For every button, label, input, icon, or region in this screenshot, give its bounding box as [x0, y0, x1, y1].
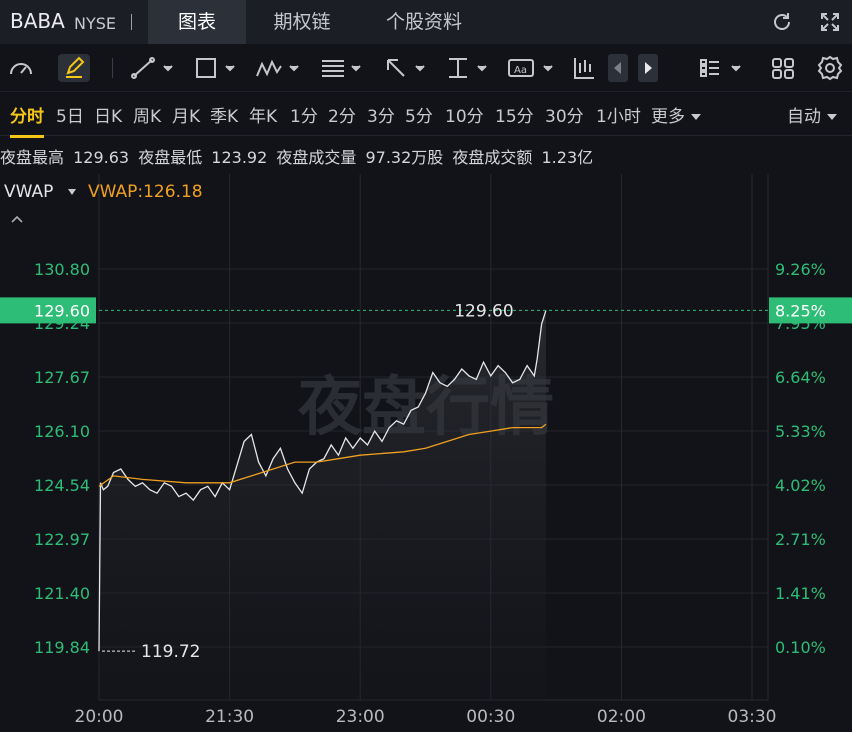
- top-bar: BABA NYSE 图表 期权链 个股资料: [0, 0, 852, 44]
- tab-chart[interactable]: 图表: [148, 0, 246, 44]
- gauge-icon[interactable]: [6, 54, 36, 82]
- period-selector: 分时 5日 日K 周K 月K 季K 年K 1分 2分 3分 5分 10分 15分…: [0, 92, 852, 138]
- period-tab[interactable]: 年K: [249, 102, 277, 127]
- price-tick-label: 124.54: [34, 476, 90, 495]
- time-tick-label: 03:30: [728, 707, 777, 727]
- rectangle-tool-icon[interactable]: [192, 54, 238, 82]
- period-tab[interactable]: 日K: [94, 102, 122, 127]
- volume-label: 夜盘成交量: [276, 148, 357, 167]
- indicator-selector[interactable]: VWAP: [4, 182, 53, 202]
- arrow-tool-icon[interactable]: [382, 54, 428, 82]
- time-tick-label: 21:30: [205, 707, 254, 727]
- more-periods-label: 更多: [651, 107, 685, 127]
- pencil-icon[interactable]: [58, 54, 90, 82]
- percent-tick-label: 9.26%: [775, 260, 826, 279]
- price-tick-label: 119.84: [34, 638, 90, 657]
- price-tick-label: 122.97: [34, 530, 90, 549]
- price-tick-label: 130.80: [34, 260, 90, 279]
- last-price-badge-text: 129.60: [34, 301, 90, 320]
- period-tab[interactable]: 5日: [56, 102, 84, 127]
- divider: [131, 14, 132, 30]
- period-tab[interactable]: 10分: [445, 102, 484, 127]
- auto-scale-label: 自动: [787, 107, 821, 127]
- price-tick-label: 126.10: [34, 422, 90, 441]
- last-price-annotation: 129.60: [454, 301, 513, 321]
- settings-icon[interactable]: [816, 54, 844, 82]
- time-tick-label: 23:00: [336, 707, 385, 727]
- period-tab[interactable]: 3分: [367, 102, 395, 127]
- tab-options-chain[interactable]: 期权链: [252, 0, 352, 44]
- percent-tick-label: 0.10%: [775, 638, 826, 657]
- fib-tool-icon[interactable]: [318, 54, 364, 82]
- chevron-down-icon: [691, 114, 702, 120]
- text-tool-label: Aa: [514, 65, 527, 76]
- time-tick-label: 02:00: [597, 707, 646, 727]
- low-label: 夜盘最低: [138, 148, 203, 167]
- low-value: 123.92: [211, 148, 268, 167]
- period-tab[interactable]: 周K: [133, 102, 161, 127]
- fullscreen-icon[interactable]: [818, 10, 842, 34]
- high-label: 夜盘最高: [0, 148, 65, 167]
- divider: [112, 58, 113, 78]
- measure-tool-icon[interactable]: [444, 54, 490, 82]
- price-tick-label: 121.40: [34, 584, 90, 603]
- more-periods-dropdown[interactable]: 更多: [651, 102, 702, 127]
- intraday-chart[interactable]: 夜盘行情 130.80129.24127.67126.10124.54122.9…: [0, 174, 852, 732]
- drawing-toolbar: Aa: [0, 44, 852, 92]
- period-tab[interactable]: 5分: [405, 102, 433, 127]
- amount-label: 夜盘成交额: [452, 148, 533, 167]
- time-tick-label: 20:00: [75, 707, 124, 727]
- percent-tick-label: 2.71%: [775, 530, 826, 549]
- night-session-stats: 夜盘最高 129.63 夜盘最低 123.92 夜盘成交量 97.32万股 夜盘…: [0, 144, 597, 168]
- tab-company-profile[interactable]: 个股资料: [362, 0, 486, 44]
- low-annotation: 119.72: [141, 642, 200, 662]
- volume-value: 97.32万股: [365, 148, 444, 167]
- ticker-symbol: BABA: [10, 9, 65, 33]
- chevron-down-icon[interactable]: [67, 188, 77, 196]
- time-tick-label: 00:30: [466, 707, 515, 727]
- list-icon[interactable]: [698, 54, 744, 82]
- percent-tick-label: 6.64%: [775, 368, 826, 387]
- percent-tick-label: 4.02%: [775, 476, 826, 495]
- vwap-value: VWAP:126.18: [88, 182, 203, 202]
- percent-tick-label: 5.33%: [775, 422, 826, 441]
- refresh-icon[interactable]: [770, 10, 794, 34]
- exchange-label: NYSE: [74, 14, 117, 33]
- text-tool-icon[interactable]: Aa: [506, 54, 556, 82]
- period-tab[interactable]: 1分: [290, 102, 318, 127]
- time-axis: 20:00 21:30 23:00 00:30 02:00 03:30: [75, 707, 777, 727]
- high-value: 129.63: [73, 148, 130, 167]
- price-tick-label: 127.67: [34, 368, 90, 387]
- amount-value: 1.23亿: [541, 148, 594, 167]
- period-tab[interactable]: 月K: [172, 102, 200, 127]
- period-tab[interactable]: 15分: [495, 102, 534, 127]
- period-tab[interactable]: 分时: [10, 102, 44, 138]
- percent-tick-label: 1.41%: [775, 584, 826, 603]
- auto-scale-dropdown[interactable]: 自动: [787, 102, 838, 127]
- grid-icon[interactable]: [770, 54, 796, 82]
- period-tab[interactable]: 季K: [210, 102, 238, 127]
- period-tab[interactable]: 2分: [328, 102, 356, 127]
- last-percent-badge-text: 8.25%: [775, 301, 826, 320]
- period-tab[interactable]: 30分: [545, 102, 584, 127]
- pattern-tool-icon[interactable]: [254, 54, 302, 82]
- chevron-down-icon: [827, 114, 838, 120]
- period-tab[interactable]: 1小时: [596, 102, 641, 127]
- collapse-icon[interactable]: [10, 214, 24, 224]
- next-icon[interactable]: [638, 54, 658, 82]
- prev-icon[interactable]: [608, 54, 628, 82]
- candle-tool-icon[interactable]: [572, 54, 596, 82]
- line-tool-icon[interactable]: [130, 54, 176, 82]
